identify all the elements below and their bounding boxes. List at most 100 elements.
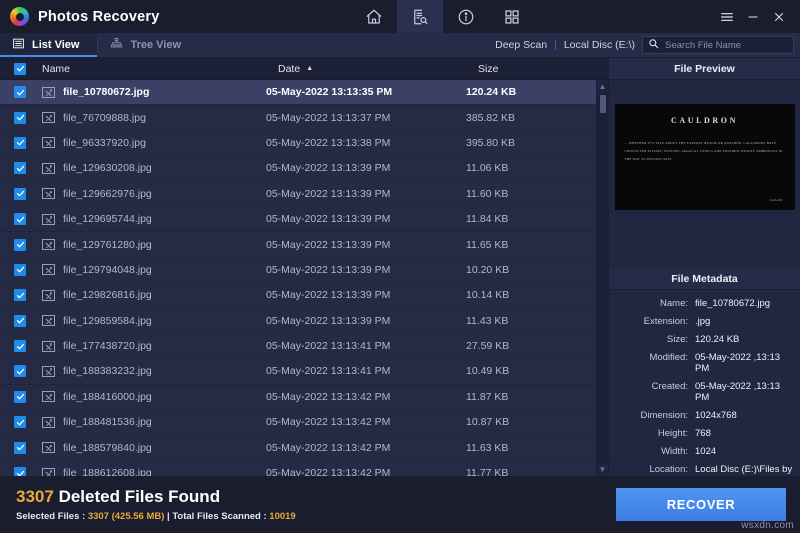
column-header-name[interactable]: Name <box>40 63 278 75</box>
row-name-cell: file_188481536.jpg <box>40 416 266 428</box>
nav-grid-button[interactable] <box>489 0 535 33</box>
metadata-row: Width: 1024 <box>609 446 800 457</box>
metadata-label: Created: <box>651 381 688 392</box>
row-size-cell: 11.60 KB <box>466 187 509 200</box>
table-row[interactable]: file_188383232.jpg 05-May-2022 13:13:41 P… <box>0 359 596 385</box>
hamburger-menu-icon[interactable] <box>714 0 740 33</box>
row-size-cell: 385.82 KB <box>466 111 516 124</box>
file-preview-header: File Preview <box>609 58 800 80</box>
nav-home-button[interactable] <box>351 0 397 33</box>
table-row[interactable]: file_188579840.jpg 05-May-2022 13:13:42 P… <box>0 435 596 461</box>
row-date-cell: 05-May-2022 13:13:41 PM <box>266 340 391 353</box>
metadata-value: 05-May-2022 ,13:13 PM <box>695 381 781 403</box>
checkbox-checked-icon <box>14 187 26 200</box>
row-size-cell: 11.84 KB <box>466 213 509 226</box>
table-row[interactable]: file_129826816.jpg 05-May-2022 13:13:39 P… <box>0 283 596 309</box>
metadata-row: Height: 768 <box>609 428 800 439</box>
column-header-date[interactable]: Date ▲ <box>278 63 478 75</box>
row-date-cell: 05-May-2022 13:13:41 PM <box>266 365 391 378</box>
row-checkbox[interactable] <box>0 162 40 175</box>
checkbox-checked-icon <box>14 263 26 276</box>
checkbox-checked-icon <box>14 238 26 251</box>
row-size-cell: 120.24 KB <box>466 86 517 99</box>
table-row[interactable]: file_10780672.jpg 05-May-2022 13:13:35 PM… <box>0 80 596 106</box>
row-checkbox[interactable] <box>0 390 40 403</box>
row-file-name: file_188612608.jpg <box>63 467 152 476</box>
table-row[interactable]: file_177438720.jpg 05-May-2022 13:13:41 P… <box>0 334 596 360</box>
table-row[interactable]: file_188416000.jpg 05-May-2022 13:13:42 P… <box>0 385 596 411</box>
table-row[interactable]: file_129662976.jpg 05-May-2022 13:13:39 P… <box>0 182 596 207</box>
row-checkbox[interactable] <box>0 263 40 276</box>
table-row[interactable]: file_96337920.jpg 05-May-2022 13:13:38 PM… <box>0 131 596 157</box>
deleted-files-found: 3307 Deleted Files Found <box>16 487 296 507</box>
nav-info-button[interactable] <box>443 0 489 33</box>
row-checkbox[interactable] <box>0 213 40 226</box>
row-checkbox[interactable] <box>0 238 40 251</box>
row-checkbox[interactable] <box>0 314 40 327</box>
row-name-cell: file_10780672.jpg <box>40 86 266 98</box>
recover-button[interactable]: RECOVER <box>616 488 786 521</box>
table-row[interactable]: file_188612608.jpg 05-May-2022 13:13:42 P… <box>0 461 596 476</box>
checkbox-checked-icon <box>14 136 26 149</box>
select-all-checkbox[interactable] <box>0 62 40 75</box>
row-checkbox[interactable] <box>0 467 40 476</box>
row-name-cell: file_177438720.jpg <box>40 340 266 352</box>
metadata-row: Dimension: 1024x768 <box>609 410 800 421</box>
row-date-cell: 05-May-2022 13:13:42 PM <box>266 390 391 403</box>
row-checkbox[interactable] <box>0 340 40 353</box>
image-file-icon <box>42 264 55 276</box>
selected-files-count: 3307 (425.56 MB) <box>87 511 165 522</box>
row-checkbox[interactable] <box>0 136 40 149</box>
close-icon[interactable] <box>766 0 792 33</box>
search-input[interactable] <box>665 39 797 51</box>
scroll-down-icon[interactable]: ▼ <box>599 463 607 476</box>
row-checkbox[interactable] <box>0 289 40 302</box>
metadata-value: 05-May-2022 ,13:13 PM <box>695 352 781 374</box>
table-row[interactable]: file_76709888.jpg 05-May-2022 13:13:37 PM… <box>0 105 596 131</box>
toolbar-right: Deep Scan | Local Disc (E:\) ✕ <box>495 33 800 57</box>
row-checkbox[interactable] <box>0 365 40 378</box>
row-name-cell: file_76709888.jpg <box>40 112 266 124</box>
table-row[interactable]: file_129794048.jpg 05-May-2022 13:13:39 P… <box>0 258 596 284</box>
image-file-icon <box>42 162 55 174</box>
nav-scan-button[interactable] <box>397 0 444 33</box>
minimize-icon[interactable] <box>740 0 766 33</box>
metadata-value: file_10780672.jpg <box>695 298 771 309</box>
table-row[interactable]: file_129761280.jpg 05-May-2022 13:13:39 P… <box>0 232 596 258</box>
tab-list-view[interactable]: List View <box>0 33 98 57</box>
total-files-scanned: 10019 <box>269 511 296 522</box>
scroll-up-icon[interactable]: ▲ <box>599 80 607 93</box>
table-row[interactable]: file_129695744.jpg 05-May-2022 13:13:39 P… <box>0 207 596 233</box>
metadata-label: Size: <box>666 334 688 345</box>
tab-tree-view-label: Tree View <box>130 39 182 51</box>
search-box[interactable]: ✕ <box>642 36 797 54</box>
checkbox-checked-icon <box>14 111 26 124</box>
table-row[interactable]: file_188481536.jpg 05-May-2022 13:13:42 P… <box>0 410 596 436</box>
metadata-label: Width: <box>661 446 688 457</box>
metadata-row: Modified: 05-May-2022 ,13:13 PM <box>609 352 800 374</box>
main-body: Name Date ▲ Size file_10780672.jpg 05-May… <box>0 58 800 486</box>
tab-tree-view[interactable]: Tree View <box>98 33 199 57</box>
metadata-label: Height: <box>657 428 688 439</box>
row-size-cell: 10.20 KB <box>466 263 510 276</box>
row-checkbox[interactable] <box>0 416 40 429</box>
row-checkbox[interactable] <box>0 187 40 200</box>
scrollbar-track[interactable] <box>596 93 609 463</box>
row-checkbox[interactable] <box>0 441 40 454</box>
image-file-icon <box>42 112 55 124</box>
table-row[interactable]: file_129630208.jpg 05-May-2022 13:13:39 P… <box>0 156 596 182</box>
image-file-icon <box>42 340 55 352</box>
scrollbar-thumb[interactable] <box>599 95 606 113</box>
row-date-cell: 05-May-2022 13:13:39 PM <box>266 263 391 276</box>
row-date-cell: 05-May-2022 13:13:39 PM <box>266 187 391 200</box>
row-checkbox[interactable] <box>0 86 40 99</box>
status-bar: 3307 Deleted Files Found Selected Files … <box>0 476 800 533</box>
brand: Photos Recovery <box>0 7 159 26</box>
row-checkbox[interactable] <box>0 111 40 124</box>
image-file-icon <box>42 391 55 403</box>
file-list-scrollbar[interactable]: ▲ ▼ <box>596 80 609 476</box>
photos-recovery-window: Photos Recovery List View Tree View Deep… <box>0 0 800 533</box>
column-header-size[interactable]: Size <box>478 63 608 75</box>
table-row[interactable]: file_129859584.jpg 05-May-2022 13:13:39 P… <box>0 309 596 334</box>
row-name-cell: file_129761280.jpg <box>40 239 266 251</box>
